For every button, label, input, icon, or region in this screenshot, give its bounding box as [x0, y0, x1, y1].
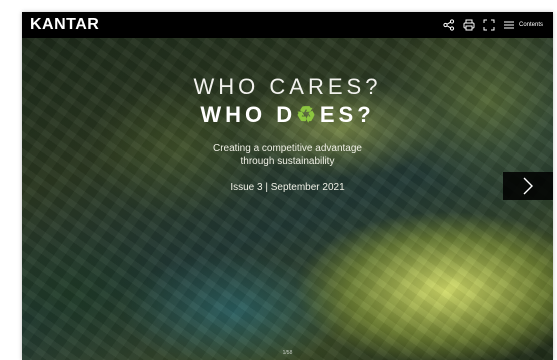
- share-icon[interactable]: [443, 19, 455, 31]
- title-line-1: WHO CARES?: [193, 74, 382, 99]
- top-bar: KANTAR Contents: [22, 12, 553, 38]
- fullscreen-icon[interactable]: [483, 19, 495, 31]
- title-line-2-end: ES?: [319, 102, 375, 127]
- page-number: 1/58: [282, 350, 293, 356]
- recycle-leaf-icon: ♻: [296, 102, 320, 127]
- contents-link[interactable]: Contents: [519, 22, 543, 28]
- document-viewer: KANTAR Contents WHO CARES? WHO D♻ES? Cre…: [22, 12, 553, 360]
- title-line-2-start: WHO D: [200, 102, 297, 127]
- subtitle-line-2: through sustainability: [240, 156, 335, 167]
- cover-title-block: WHO CARES? WHO D♻ES? Creating a competit…: [22, 74, 553, 193]
- title-line-2: WHO D♻ES?: [22, 102, 553, 128]
- menu-icon[interactable]: [503, 19, 515, 31]
- next-page-button[interactable]: [503, 172, 553, 200]
- print-icon[interactable]: [463, 19, 475, 31]
- chevron-right-icon: [523, 177, 533, 195]
- kantar-logo[interactable]: KANTAR: [30, 16, 99, 34]
- subtitle-line-1: Creating a competitive advantage: [213, 143, 362, 154]
- subtitle: Creating a competitive advantage through…: [22, 142, 553, 168]
- toolbar: Contents: [443, 19, 543, 31]
- issue-label: Issue 3 | September 2021: [230, 182, 345, 193]
